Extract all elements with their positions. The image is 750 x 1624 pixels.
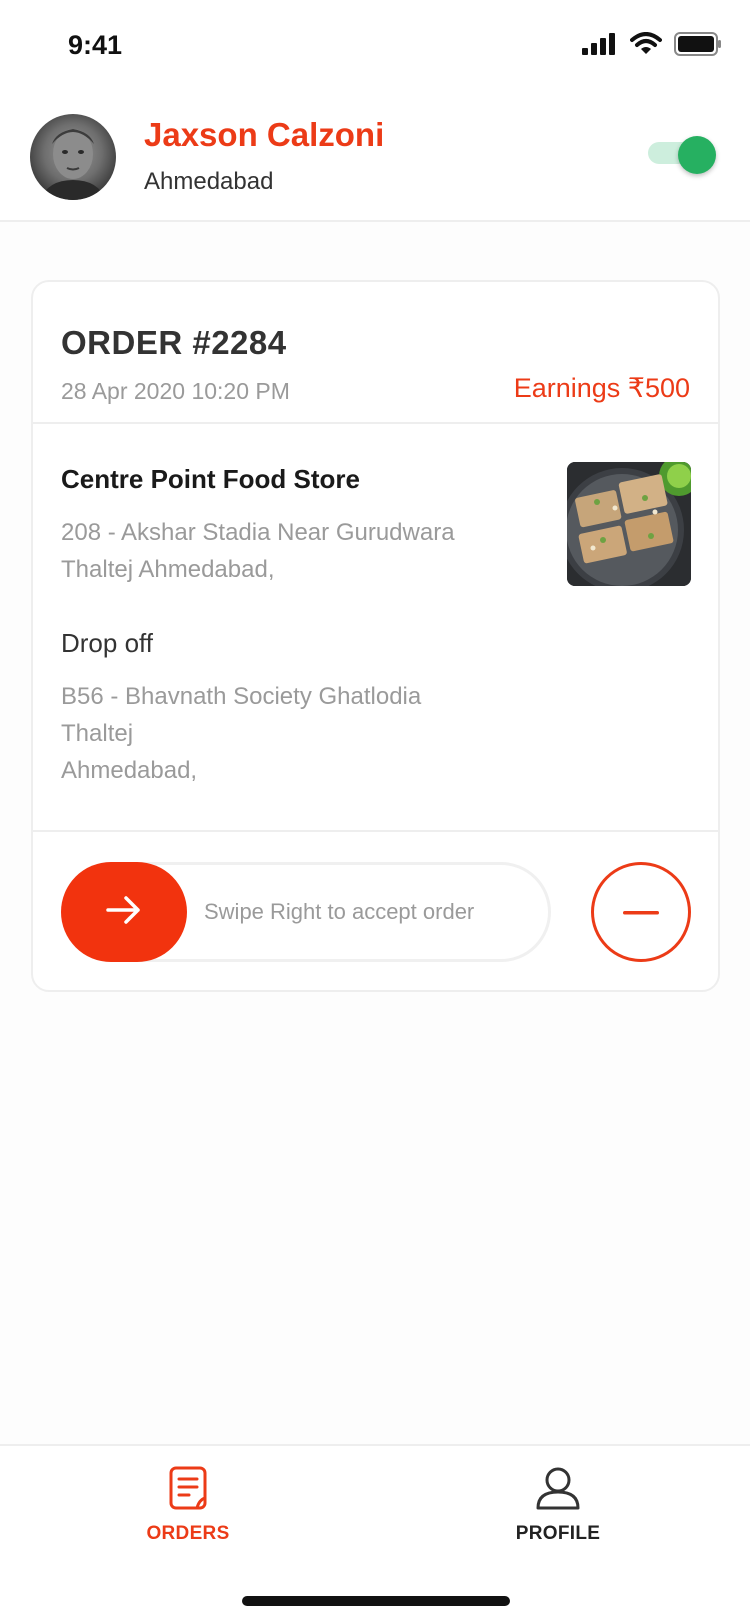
store-name: Centre Point Food Store	[61, 464, 360, 494]
dropoff-address-line: B56 - Bhavnath Society Ghatlodia	[61, 683, 422, 710]
divider	[33, 422, 718, 424]
status-bar: 9:41	[0, 0, 750, 96]
order-earnings: Earnings ₹500	[513, 373, 690, 403]
order-date: 28 Apr 2020 10:20 PM	[61, 378, 290, 404]
food-image	[567, 462, 691, 586]
swipe-label: Swipe Right to accept order	[204, 899, 475, 924]
driver-header: Jaxson Calzoni Ahmedabad	[0, 96, 750, 222]
orders-icon	[169, 1466, 207, 1515]
toggle-knob	[678, 136, 716, 174]
nav-item-profile[interactable]: PROFILE	[458, 1466, 658, 1556]
minus-icon	[623, 903, 659, 921]
profile-icon	[535, 1466, 581, 1515]
battery-icon	[674, 32, 722, 61]
pickup-address-line: Thaltej Ahmedabad,	[61, 556, 275, 583]
dropoff-address-line: Thaltej	[61, 720, 134, 747]
home-indicator	[242, 1596, 510, 1606]
avatar[interactable]	[30, 114, 116, 200]
pickup-address-line: 208 - Akshar Stadia Near Gurudwara	[61, 519, 455, 546]
nav-item-orders[interactable]: ORDERS	[88, 1466, 288, 1556]
divider	[33, 830, 718, 832]
reject-order-button[interactable]	[591, 862, 691, 962]
bottom-nav: ORDERS PROFILE	[0, 1444, 750, 1624]
order-card: ORDER #2284 28 Apr 2020 10:20 PM Earning…	[31, 280, 720, 992]
swipe-to-accept[interactable]: Swipe Right to accept order	[61, 862, 551, 962]
availability-toggle[interactable]	[648, 136, 718, 174]
status-icons	[582, 32, 722, 61]
signal-icon	[582, 33, 618, 60]
dropoff-title: Drop off	[61, 628, 154, 658]
dropoff-address-line: Ahmedabad,	[61, 757, 198, 784]
swipe-handle[interactable]	[61, 862, 187, 962]
nav-label-profile: PROFILE	[515, 1523, 601, 1544]
status-time: 9:41	[68, 30, 123, 60]
driver-name: Jaxson Calzoni	[144, 116, 385, 153]
driver-city: Ahmedabad	[144, 168, 274, 195]
arrow-right-icon	[104, 894, 144, 931]
nav-label-orders: ORDERS	[146, 1523, 230, 1544]
wifi-icon	[630, 32, 662, 61]
order-number: ORDER #2284	[61, 324, 287, 361]
